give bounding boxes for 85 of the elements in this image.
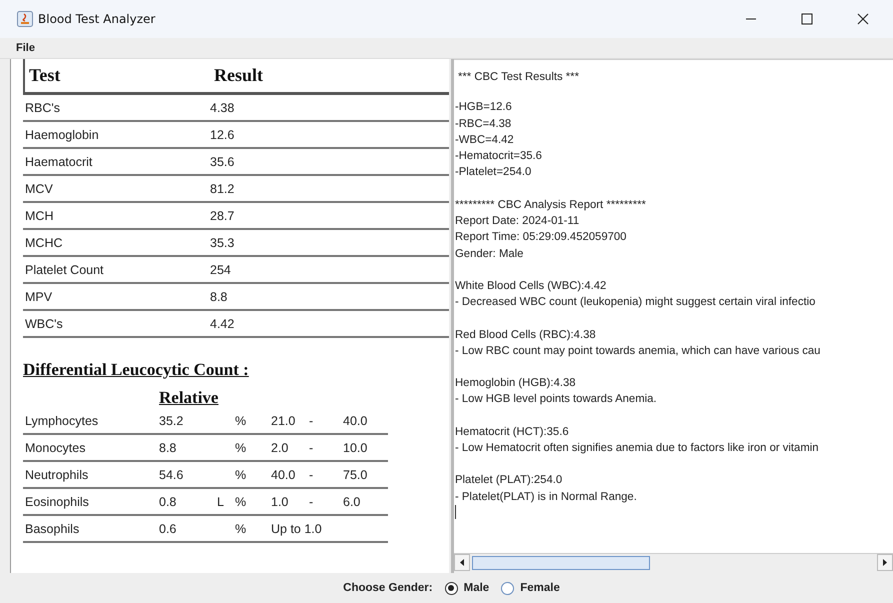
table-cell: 2.0: [271, 440, 288, 454]
text-caret: [455, 504, 456, 519]
report-line: -RBC=4.38: [455, 116, 512, 132]
report-line: Gender: Male: [455, 246, 524, 262]
table-cell: 35.2: [159, 414, 184, 428]
report-line: - Platelet(PLAT) is in Normal Range.: [455, 490, 638, 505]
report-line: Report Time: 05:29:09.452059700: [455, 230, 628, 246]
column-header: Relative: [159, 388, 218, 407]
table-cell-text: MPV: [25, 290, 54, 304]
table-cell: Lymphocytes: [25, 414, 98, 428]
table-cell: -: [309, 468, 314, 482]
report-line: *** CBC Test Results ***: [458, 70, 580, 85]
table-cell-text: Platelet Count: [25, 262, 105, 276]
app-icon: [17, 11, 33, 27]
flag-text: L: [217, 494, 224, 508]
report-line: ********* CBC Analysis Report *********: [455, 198, 647, 213]
gender-label: Choose Gender:: [343, 582, 433, 594]
table-cell: Monocytes: [25, 440, 86, 454]
table-cell: -: [309, 494, 314, 508]
report-line: -HGB=12.6: [455, 100, 513, 116]
report-line: Hemoglobin (HGB):4.38: [455, 376, 577, 392]
table-cell-text: Haemoglobin: [25, 128, 100, 142]
report-line: - Decreased WBC count (leukopenia) might suggest certain viral infectio: [455, 295, 816, 310]
table-cell: 40.0: [343, 414, 368, 428]
table-cell: Up to 1.0: [271, 522, 322, 536]
section-title: Differential Leucocytic Count :: [23, 360, 249, 380]
table-cell-text: Haematocrit: [25, 154, 94, 168]
report-line: -Platelet=254.0: [455, 165, 532, 180]
table-cell: Basophils: [25, 522, 80, 536]
close-icon[interactable]: [857, 13, 869, 25]
table-cell: 54.6: [159, 468, 184, 482]
report-text-area[interactable]: [454, 59, 893, 553]
table-cell: Eosinophils: [25, 494, 89, 508]
scroll-thumb[interactable]: [472, 556, 650, 570]
table-cell: 40.0: [271, 468, 296, 482]
table-cell: -: [309, 414, 314, 428]
table-cell: 0.8: [159, 494, 176, 508]
table-cell: 8.8: [159, 440, 176, 454]
table-cell-text: 12.6: [210, 128, 236, 142]
menu-item[interactable]: File: [16, 42, 35, 54]
maximize-icon[interactable]: [801, 13, 813, 25]
report-line: White Blood Cells (WBC):4.42: [455, 278, 608, 294]
report-line: Platelet (PLAT):254.0: [455, 473, 564, 488]
report-line: Red Blood Cells (RBC):4.38: [455, 328, 597, 343]
table-cell-text: MCH: [25, 208, 54, 222]
table-cell-text: 8.8: [210, 290, 228, 304]
table-cell: %: [235, 522, 246, 536]
scroll-right-icon[interactable]: [877, 554, 893, 570]
table-cell: 0.6: [159, 522, 176, 536]
table-cell: %: [235, 414, 246, 428]
table-cell-text: 4.38: [210, 100, 236, 114]
table-cell: 10.0: [343, 440, 368, 454]
table-cell-text: 81.2: [210, 182, 236, 196]
report-line: - Low Hematocrit often signifies anemia due to factors like iron or vitamin: [455, 441, 820, 456]
table-cell: %: [235, 468, 246, 482]
report-line: Report Date: 2024-01-11: [455, 214, 580, 230]
table-cell-text: 4.42: [210, 316, 236, 330]
table-cell-text: WBC's: [25, 316, 64, 330]
report-line: Hematocrit (HCT):35.6: [455, 424, 570, 440]
table-cell-text: 254: [210, 262, 232, 276]
table-cell: Neutrophils: [25, 468, 88, 482]
table-cell-text: MCHC: [25, 236, 64, 250]
table-cell: %: [235, 440, 246, 454]
table-cell: 75.0: [343, 468, 368, 482]
table-cell-text: 35.3: [210, 236, 236, 250]
table-cell-text: 35.6: [210, 154, 236, 168]
table-cell: -: [309, 440, 314, 454]
column-header: Test: [29, 65, 62, 86]
report-line: -WBC=4.42: [455, 132, 515, 148]
window-title: Blood Test Analyzer: [38, 12, 156, 26]
scroll-left-icon[interactable]: [454, 554, 470, 570]
horizontal-scrollbar[interactable]: [454, 553, 893, 570]
table-cell: 21.0: [271, 414, 296, 428]
table-cell: 1.0: [271, 494, 288, 508]
report-line: - Low HGB level points towards Anemia.: [455, 392, 658, 408]
table-cell-text: RBC's: [25, 100, 62, 114]
table-cell: 6.0: [343, 494, 360, 508]
table-cell-text: 28.7: [210, 208, 236, 222]
column-header: Result: [214, 65, 264, 86]
table-cell-text: MCV: [25, 182, 54, 196]
report-line: -Hematocrit=35.6: [455, 149, 543, 164]
table-cell: %: [235, 494, 246, 508]
gender-radio[interactable]: Male: [444, 582, 490, 594]
gender-radio[interactable]: Female: [501, 582, 560, 594]
report-line: - Low RBC count may point towards anemia, which can have various cau: [455, 344, 822, 359]
